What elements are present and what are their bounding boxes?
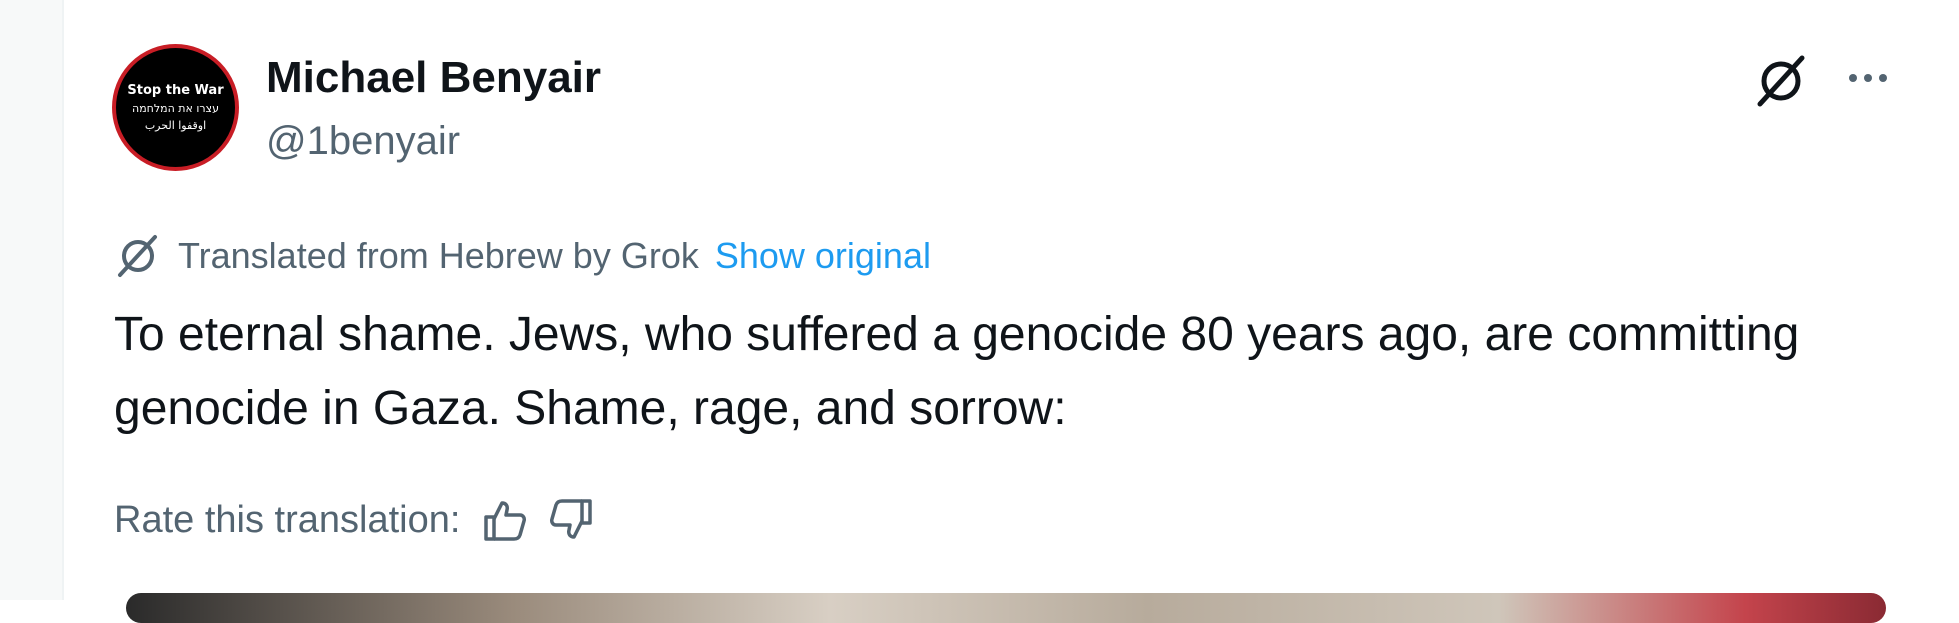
- media-preview[interactable]: [126, 593, 1886, 623]
- more-button[interactable]: [1840, 56, 1896, 100]
- translation-notice: Translated from Hebrew by Grok Show orig…: [114, 230, 931, 282]
- avatar-text-arabic: اوقفوا الحرب: [144, 119, 207, 132]
- thumbs-down-icon[interactable]: [548, 497, 594, 543]
- author-handle[interactable]: @1benyair: [266, 117, 460, 165]
- translation-label: Translated from Hebrew by Grok: [178, 235, 699, 276]
- grok-icon[interactable]: [1752, 52, 1810, 110]
- rate-translation-label: Rate this translation:: [114, 498, 461, 541]
- more-icon-dot: [1879, 74, 1887, 82]
- post-text: To eternal shame. Jews, who suffered a g…: [114, 308, 1800, 435]
- grok-icon: [114, 232, 162, 280]
- avatar-text-hebrew: עצרו את המלחמה: [132, 102, 219, 115]
- thumbs-up-icon[interactable]: [482, 497, 528, 543]
- more-icon: [1849, 74, 1857, 82]
- avatar-text-english: Stop the War: [127, 83, 224, 98]
- rate-translation: Rate this translation:: [114, 490, 594, 550]
- more-icon-dot: [1864, 74, 1872, 82]
- avatar[interactable]: Stop the War עצרו את המלחמה اوقفوا الحرب: [112, 44, 239, 171]
- author-display-name[interactable]: Michael Benyair: [266, 52, 601, 104]
- show-original-link[interactable]: Show original: [715, 235, 931, 277]
